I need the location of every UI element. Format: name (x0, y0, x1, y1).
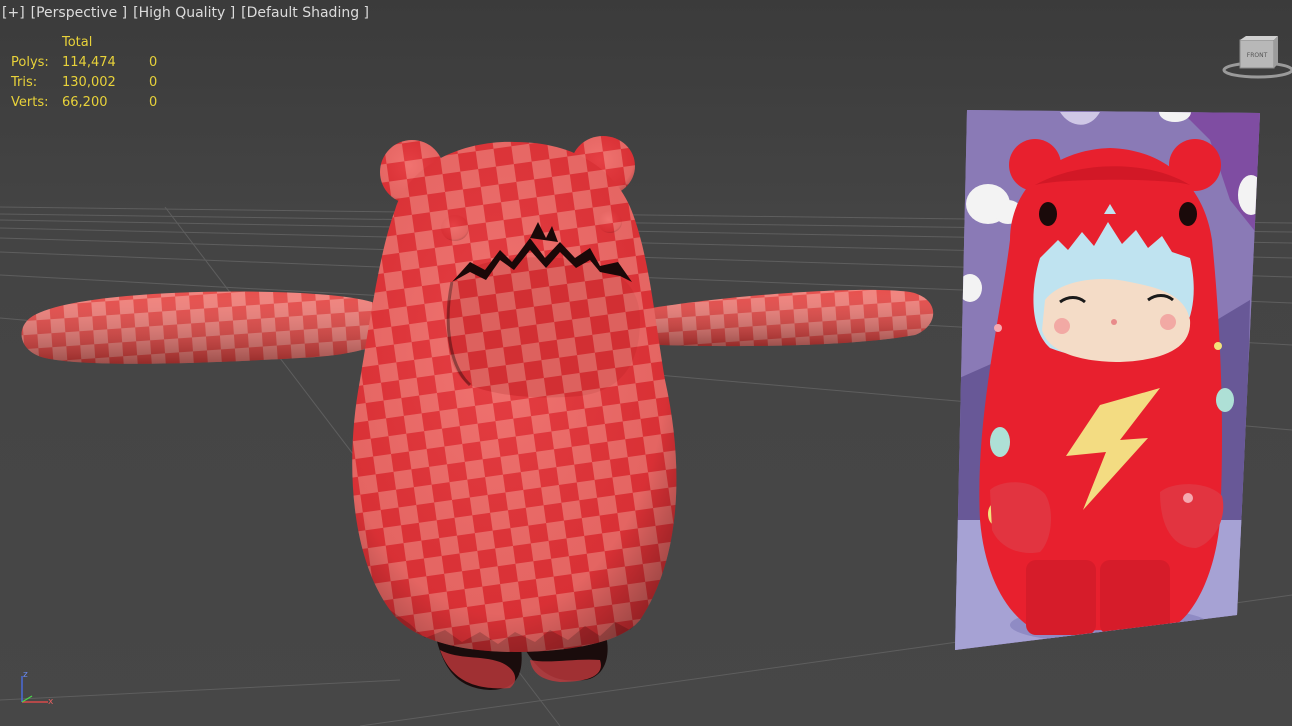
stats-label: Polys: (11, 55, 49, 70)
scene-canvas[interactable] (0, 0, 1292, 726)
viewcube-label: FRONT (1247, 52, 1268, 59)
stats-header: Total (62, 35, 93, 50)
z-axis-label: z (23, 670, 28, 680)
viewport-label-menu: [+] [Perspective ] [High Quality ] [Default… (2, 5, 375, 21)
viewport-shading-menu[interactable]: [Default Shading ] (241, 5, 369, 21)
viewport-plus-menu[interactable]: [+] (2, 5, 25, 21)
viewcube-right-face[interactable] (1274, 36, 1278, 68)
statistics-overlay: Total Polys: 114,474 0 Tris: 130,002 0 V… (11, 33, 157, 113)
stats-total: 130,002 (62, 75, 116, 90)
stats-row-tris: Tris: 130,002 0 (11, 73, 157, 93)
stats-label: Verts: (11, 95, 49, 110)
stats-selected: 0 (149, 55, 158, 70)
stats-total: 66,200 (62, 95, 108, 110)
viewport-quality-menu[interactable]: [High Quality ] (133, 5, 235, 21)
viewcube[interactable]: FRONT (1216, 36, 1292, 82)
perspective-viewport[interactable]: [+] [Perspective ] [High Quality ] [Default… (0, 0, 1292, 726)
stats-selected: 0 (149, 95, 158, 110)
stats-total: 114,474 (62, 55, 116, 70)
stats-row-verts: Verts: 66,200 0 (11, 93, 157, 113)
reference-image-plane (955, 110, 1260, 650)
monster-arm-left (21, 291, 396, 364)
monster-body (352, 141, 677, 652)
stats-selected: 0 (149, 75, 158, 90)
viewport-point-of-view-menu[interactable]: [Perspective ] (31, 5, 127, 21)
viewcube-top-face[interactable] (1240, 36, 1278, 40)
x-axis-label: x (48, 697, 54, 707)
stats-label: Tris: (11, 75, 38, 90)
y-axis-line (21, 695, 33, 703)
stats-row-polys: Polys: 114,474 0 (11, 53, 157, 73)
axis-tripod: z x (21, 670, 54, 707)
monster-arm-right (624, 289, 934, 347)
